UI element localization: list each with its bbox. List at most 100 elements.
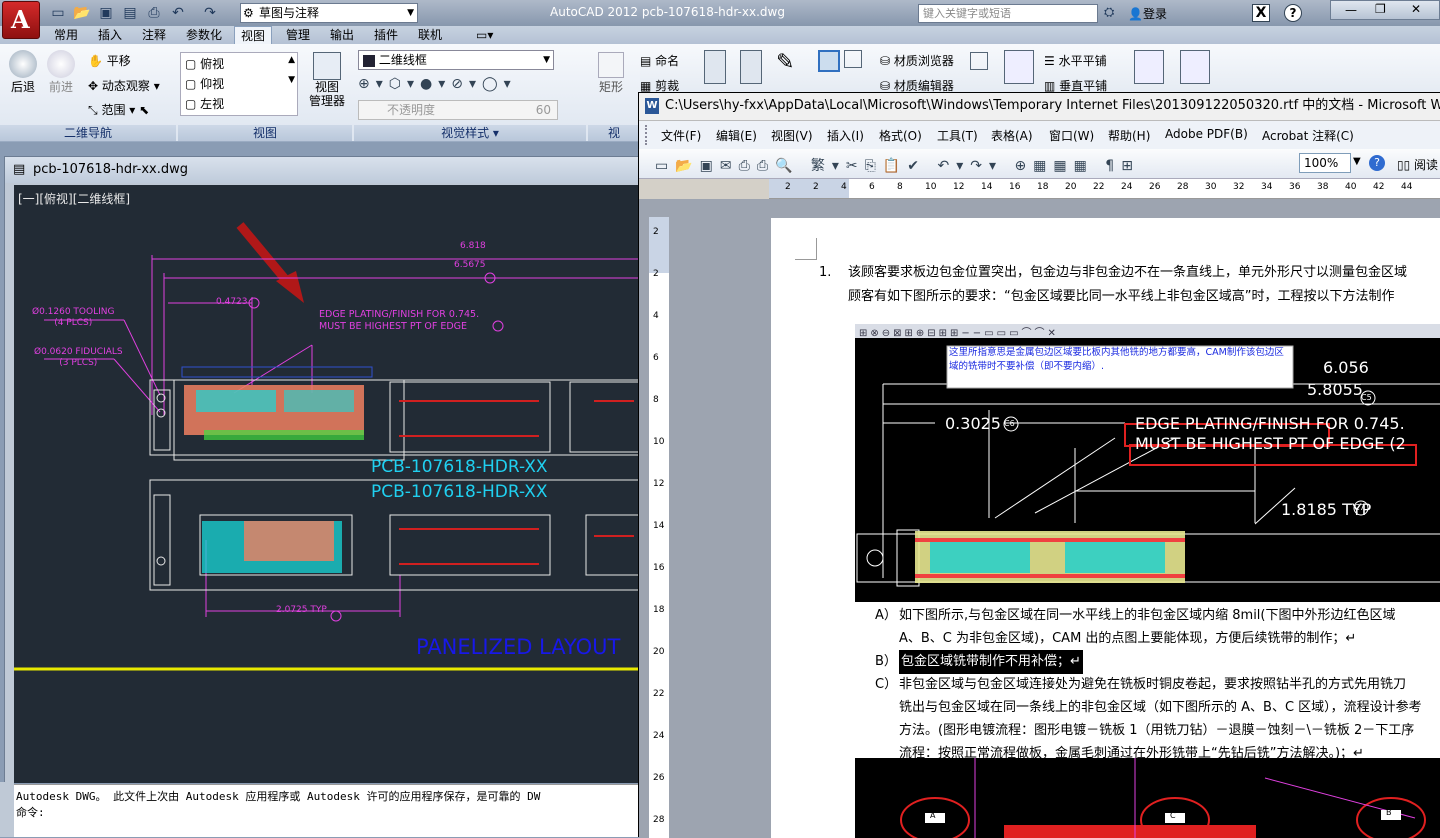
close-icon[interactable]: ✕: [1411, 2, 1421, 16]
horizontal-ruler[interactable]: 2 2 4 6 8 10 12 14 16 18 20 22 24 26 28 30 32 34 36 38 40 42 4…: [769, 179, 1440, 199]
vruler-tick: 10: [653, 437, 665, 447]
search-input[interactable]: 键入关键字或短语: [918, 4, 1098, 23]
help-icon[interactable]: ?: [1284, 4, 1302, 22]
view-top[interactable]: ▢ 俯视: [185, 55, 224, 72]
command-line[interactable]: Autodesk DWG。 此文件上次由 Autodesk 应用程序或 Auto…: [14, 784, 640, 837]
ruler-tick: 8: [897, 182, 903, 192]
list-scroll-arrows[interactable]: ▲ ▼: [288, 55, 295, 85]
tool-palettes-icon[interactable]: [1180, 50, 1210, 84]
tab-output[interactable]: 输出: [324, 26, 360, 44]
panel-title-visual-style: 视觉样式 ▾: [354, 125, 586, 141]
redo-icon[interactable]: ↷: [200, 3, 220, 23]
toggle2-icon[interactable]: [844, 50, 862, 68]
view-left[interactable]: ▢ 左视: [185, 95, 224, 112]
vertical-ruler[interactable]: 2 2 4 6 8 10 12 14 16 18 20 22 24 26 28: [649, 217, 669, 838]
rectangle-button[interactable]: 矩形: [594, 52, 628, 95]
zoom-dropdown-icon[interactable]: ▼: [1353, 156, 1361, 167]
dim-04723: 0.4723: [216, 297, 248, 307]
visual-style-tools[interactable]: ⊕▾⬡▾●▾⊘▾◯▾: [358, 76, 558, 96]
switch-windows-icon[interactable]: [1004, 50, 1034, 84]
named-button[interactable]: ▤ 命名: [640, 52, 679, 69]
palette-icon[interactable]: ✎: [776, 50, 806, 80]
red-arrow: [236, 222, 294, 288]
drawing-window-title[interactable]: ▤ pcb-107618-hdr-xx.dwg: [5, 157, 639, 183]
restore-icon[interactable]: ❐: [1375, 2, 1386, 16]
tab-online[interactable]: 联机: [412, 26, 448, 44]
panel-title-views: 视图: [178, 125, 352, 141]
edge-plating-note: EDGE PLATING/FINISH FOR 0.745. MUST BE HI…: [319, 309, 480, 332]
print-icon[interactable]: ⎙: [144, 3, 164, 23]
named-view-icon: ▤: [640, 54, 652, 68]
tab-annotate[interactable]: 注释: [136, 26, 172, 44]
view-list: ▢ 俯视 ▢ 仰视 ▢ 左视 ▲ ▼: [180, 52, 298, 116]
menu-help[interactable]: 帮助(H): [1108, 127, 1150, 144]
chevron-down-icon: ▼: [407, 8, 414, 18]
workspace-select[interactable]: ⚙ 草图与注释 ▼: [240, 3, 418, 23]
menu-edit[interactable]: 编辑(E): [716, 127, 757, 144]
menu-format[interactable]: 格式(O): [879, 127, 922, 144]
ui-icon[interactable]: [1134, 50, 1164, 84]
document-page[interactable]: 1. 该顾客要求板边包金位置突出，包金边与非包金边不在一条直线上，单元外形尺寸以…: [771, 218, 1440, 838]
tab-insert[interactable]: 插入: [92, 26, 128, 44]
undo-icon[interactable]: ↶: [168, 3, 188, 23]
item-b-line1-selected[interactable]: 包金区域铣带制作不用补偿；↵: [899, 650, 1083, 674]
tab-manage[interactable]: 管理: [280, 26, 316, 44]
render-icon[interactable]: [970, 52, 988, 70]
opacity-slider[interactable]: 不透明度 60: [358, 100, 558, 120]
picture-toolbar[interactable]: ⊞⊗⊖⊠⊞⊕⊟⊞⊞−−▭▭▭⌒⌒✕: [855, 324, 1440, 339]
img-dim-6056: 6.056: [1323, 358, 1369, 377]
layout-icon[interactable]: [704, 50, 726, 84]
menu-table[interactable]: 表格(A): [991, 127, 1033, 144]
toggle-icon[interactable]: [818, 50, 840, 72]
menu-window[interactable]: 窗口(W): [1049, 127, 1094, 144]
zoom-select[interactable]: 100%: [1299, 153, 1351, 173]
reading-mode-button[interactable]: ▯▯ 阅读: [1397, 156, 1438, 173]
orbit-icon: ✥: [88, 79, 99, 93]
vruler-tick: 14: [653, 521, 665, 531]
tab-view[interactable]: 视图: [234, 26, 273, 44]
autocad-logo[interactable]: A: [2, 1, 40, 39]
embedded-image-1[interactable]: ⊞⊗⊖⊠⊞⊕⊟⊞⊞−−▭▭▭⌒⌒✕ 这里所指意思是金属包边区域要比板内其他铣的地…: [855, 324, 1440, 602]
panel-title-2dnav: 二维导航: [0, 125, 176, 141]
materials-browser-button[interactable]: ⛁ 材质浏览器: [880, 52, 954, 69]
back-button[interactable]: 后退: [6, 50, 40, 95]
view-bottom[interactable]: ▢ 仰视: [185, 75, 224, 92]
menu-adobe-pdf[interactable]: Adobe PDF(B): [1165, 127, 1248, 141]
tab-home[interactable]: 常用: [48, 26, 84, 44]
toolbar-buttons[interactable]: ▭📂▣✉⎙⎙🔍 繁▾✂⎘📋✔ ↶▾↷▾ ⊕▦▦▦ ¶⊞: [655, 155, 1140, 175]
exchange-icon[interactable]: X: [1252, 4, 1270, 22]
item-c-label: C）: [875, 677, 898, 692]
tile-horizontal-button[interactable]: ☰ 水平平铺: [1044, 52, 1107, 69]
view-manager-button[interactable]: 视图 管理器: [306, 52, 348, 108]
embedded-image-2[interactable]: A C B: [855, 758, 1440, 838]
login-button[interactable]: 👤登录: [1128, 5, 1167, 22]
visual-style-select[interactable]: 二维线框 ▼: [358, 50, 554, 70]
pcb-label-2: PCB-107618-HDR-XX: [371, 482, 548, 502]
menu-file[interactable]: 文件(F): [661, 127, 701, 144]
tab-plugins[interactable]: 插件: [368, 26, 404, 44]
menu-view[interactable]: 视图(V): [771, 127, 813, 144]
tab-parametric[interactable]: 参数化: [180, 26, 228, 44]
new-file-icon[interactable]: ▭: [48, 3, 68, 23]
binoculars-icon[interactable]: ⛭: [1104, 5, 1114, 20]
save-icon[interactable]: ▣: [96, 3, 116, 23]
dwg-file-icon: ▤: [13, 162, 26, 177]
minimize-icon[interactable]: —: [1345, 3, 1357, 17]
word-titlebar[interactable]: W C:\Users\hy-fxx\AppData\Local\Microsof…: [639, 93, 1440, 121]
help-icon[interactable]: ?: [1369, 155, 1385, 171]
open-file-icon[interactable]: 📂: [72, 3, 92, 23]
tab-extra[interactable]: ▭▾: [470, 26, 499, 44]
extents-button[interactable]: ⤡ 范围 ▾ ⬉: [88, 101, 149, 118]
sheet-icon[interactable]: [740, 50, 762, 84]
menu-acrobat[interactable]: Acrobat 注释(C): [1262, 127, 1354, 144]
ruler-tick: 2: [785, 182, 791, 192]
save-as-icon[interactable]: ▤: [120, 3, 140, 23]
hand-icon: ✋: [88, 54, 103, 68]
menu-insert[interactable]: 插入(I): [827, 127, 864, 144]
gear-icon: ⚙: [243, 6, 254, 20]
drawing-canvas[interactable]: [一][俯视][二维线框] 6.818 6.5675 0.4723 Ø0.126…: [14, 185, 640, 783]
forward-button[interactable]: 前进: [44, 50, 78, 95]
menu-tools[interactable]: 工具(T): [937, 127, 978, 144]
pan-button[interactable]: ✋ 平移: [88, 52, 131, 69]
orbit-button[interactable]: ✥ 动态观察 ▾: [88, 77, 160, 94]
